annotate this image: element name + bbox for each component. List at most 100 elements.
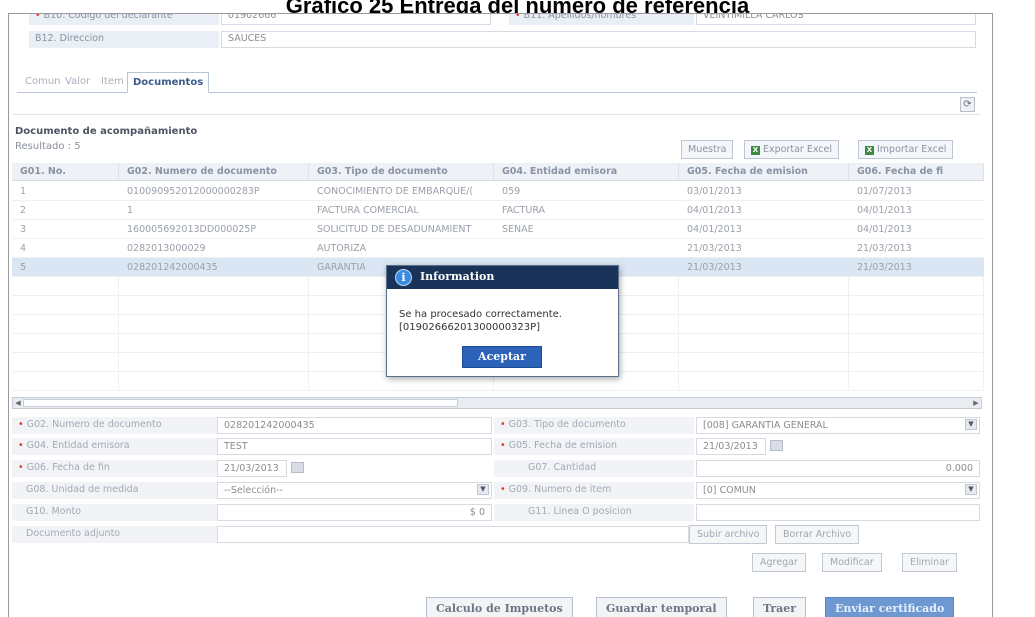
g11-label: G11. Linea O posicion bbox=[494, 504, 694, 521]
column-header[interactable]: G01. No. bbox=[12, 163, 119, 181]
calculate-taxes-button[interactable]: Calculo de Impuetos bbox=[426, 597, 573, 617]
chevron-down-icon[interactable]: ▼ bbox=[477, 484, 489, 495]
table-row[interactable]: 4 0282013000029 AUTORIZA 21/03/2013 21/0… bbox=[12, 239, 984, 258]
refresh-icon[interactable]: ⟳ bbox=[960, 97, 975, 112]
send-certificate-button[interactable]: Enviar certificado bbox=[825, 597, 955, 617]
empty-cell bbox=[849, 353, 984, 372]
g11-input[interactable] bbox=[696, 504, 980, 521]
g06-date-input[interactable]: 21/03/2013 bbox=[217, 460, 287, 477]
empty-cell bbox=[679, 296, 849, 315]
scroll-left-icon[interactable]: ◀ bbox=[13, 398, 23, 408]
section-title: Documento de acompañamiento bbox=[15, 126, 198, 137]
g07-input[interactable]: 0.000 bbox=[696, 460, 980, 477]
g05-date-input[interactable]: 21/03/2013 bbox=[696, 438, 766, 455]
tab-comun[interactable]: Comun bbox=[20, 72, 66, 93]
empty-cell bbox=[119, 277, 309, 296]
column-header[interactable]: G03. Tipo de documento bbox=[309, 163, 494, 181]
accept-button[interactable]: Aceptar bbox=[462, 346, 542, 368]
table-row[interactable]: 2 1 FACTURA COMERCIAL FACTURA 04/01/2013… bbox=[12, 201, 984, 220]
address-field[interactable]: SAUCES bbox=[221, 31, 976, 48]
modify-button[interactable]: Modificar bbox=[822, 553, 882, 572]
empty-cell bbox=[119, 334, 309, 353]
table-cell bbox=[494, 239, 679, 258]
app-window: • B10. Codigo del declarante 01902666 • … bbox=[8, 13, 993, 617]
column-header[interactable]: G05. Fecha de emision bbox=[679, 163, 849, 181]
table-cell: 21/03/2013 bbox=[857, 243, 912, 254]
calendar-icon[interactable] bbox=[770, 440, 783, 451]
column-header[interactable]: G02. Numero de documento bbox=[119, 163, 309, 181]
empty-cell bbox=[119, 372, 309, 391]
save-draft-button[interactable]: Guardar temporal bbox=[596, 597, 727, 617]
add-button[interactable]: Agregar bbox=[752, 553, 806, 572]
g04-input[interactable]: TEST bbox=[217, 438, 492, 455]
table-cell: 04/01/2013 bbox=[687, 205, 742, 216]
g05-label: • G05. Fecha de emision bbox=[494, 438, 694, 455]
declarant-code-label: • B10. Codigo del declarante bbox=[29, 14, 219, 25]
delete-button[interactable]: Eliminar bbox=[902, 553, 957, 572]
table-cell: 04/01/2013 bbox=[857, 224, 912, 235]
result-count: Resultado : 5 bbox=[15, 141, 81, 152]
delete-file-button[interactable]: Borrar Archivo bbox=[775, 525, 860, 544]
empty-cell bbox=[119, 296, 309, 315]
g10-input[interactable]: $ 0 bbox=[217, 504, 492, 521]
empty-cell bbox=[679, 353, 849, 372]
table-cell: 21/03/2013 bbox=[857, 262, 912, 273]
empty-cell bbox=[679, 277, 849, 296]
g10-label: G10. Monto bbox=[12, 504, 217, 521]
table-cell: 1 bbox=[20, 186, 27, 197]
empty-cell bbox=[12, 315, 119, 334]
g06-label: • G06. Fecha de fin bbox=[12, 460, 217, 477]
horizontal-scrollbar[interactable]: ◀ ▶ bbox=[12, 397, 982, 409]
table-cell: FACTURA bbox=[502, 205, 546, 216]
dialog-title: i Information bbox=[387, 266, 618, 289]
table-cell: AUTORIZA bbox=[317, 243, 367, 254]
tab-valor[interactable]: Valor bbox=[60, 72, 95, 93]
export-excel-button[interactable]: X Exportar Excel bbox=[744, 140, 840, 159]
table-cell: FACTURA COMERCIAL bbox=[317, 205, 419, 216]
empty-cell bbox=[849, 315, 984, 334]
table-row[interactable]: 1 010090952012000000283P CONOCIMIENTO DE… bbox=[12, 182, 984, 201]
empty-cell bbox=[849, 334, 984, 353]
calendar-icon[interactable] bbox=[291, 462, 304, 473]
import-excel-button[interactable]: X Importar Excel bbox=[858, 140, 954, 159]
muestra-button[interactable]: Muestra bbox=[681, 140, 734, 159]
g02-label: • G02. Numero de documento bbox=[12, 417, 217, 434]
empty-cell bbox=[679, 315, 849, 334]
g02-input[interactable]: 028201242000435 bbox=[217, 417, 492, 434]
form-row: • G06. Fecha de fin 21/03/2013 G07. Cant… bbox=[12, 460, 982, 477]
scroll-right-icon[interactable]: ▶ bbox=[971, 398, 981, 408]
declarant-code-field[interactable]: 01902666 bbox=[221, 14, 491, 25]
excel-icon: X bbox=[865, 146, 874, 155]
table-cell: SOLICITUD DE DESADUNAMIENT bbox=[317, 224, 472, 235]
tab-documentos[interactable]: Documentos bbox=[127, 72, 210, 93]
g08-label: G08. Unidad de medida bbox=[12, 482, 217, 499]
g03-label: • G03. Tipo de documento bbox=[494, 417, 694, 434]
chevron-down-icon[interactable]: ▼ bbox=[965, 419, 977, 430]
upload-file-button[interactable]: Subir archivo bbox=[689, 525, 768, 544]
g03-select[interactable]: [008] GARANTIA GENERAL bbox=[696, 417, 980, 434]
g09-select[interactable]: [0] COMUN bbox=[696, 482, 980, 499]
table-row[interactable]: 3 160005692013DD000025P SOLICITUD DE DES… bbox=[12, 220, 984, 239]
empty-cell bbox=[12, 334, 119, 353]
tab-item[interactable]: Item bbox=[96, 72, 129, 93]
tab-bar: Comun Valor Item Documentos bbox=[17, 69, 977, 93]
scroll-thumb[interactable] bbox=[23, 399, 458, 407]
fetch-button[interactable]: Traer bbox=[753, 597, 807, 617]
column-header[interactable]: G04. Entidad emisora bbox=[494, 163, 679, 181]
form-row: • G02. Numero de documento 0282012420004… bbox=[12, 417, 982, 434]
empty-cell bbox=[12, 277, 119, 296]
chevron-down-icon[interactable]: ▼ bbox=[965, 484, 977, 495]
table-cell: SENAE bbox=[502, 224, 534, 235]
table-cell: 1 bbox=[127, 205, 134, 216]
attachment-input[interactable] bbox=[217, 526, 689, 543]
declarant-name-field[interactable]: VEINTIMILLA CARLOS bbox=[696, 14, 976, 25]
g04-label: • G04. Entidad emisora bbox=[12, 438, 217, 455]
info-icon: i bbox=[395, 269, 412, 286]
table-cell: 059 bbox=[502, 186, 521, 197]
table-cell: 5 bbox=[20, 262, 27, 273]
table-cell: 21/03/2013 bbox=[687, 243, 742, 254]
table-cell: 04/01/2013 bbox=[687, 224, 742, 235]
g08-select[interactable]: --Selección-- bbox=[217, 482, 492, 499]
address-row: B12. Direccion SAUCES bbox=[29, 31, 984, 48]
column-header[interactable]: G06. Fecha de fi bbox=[849, 163, 984, 181]
